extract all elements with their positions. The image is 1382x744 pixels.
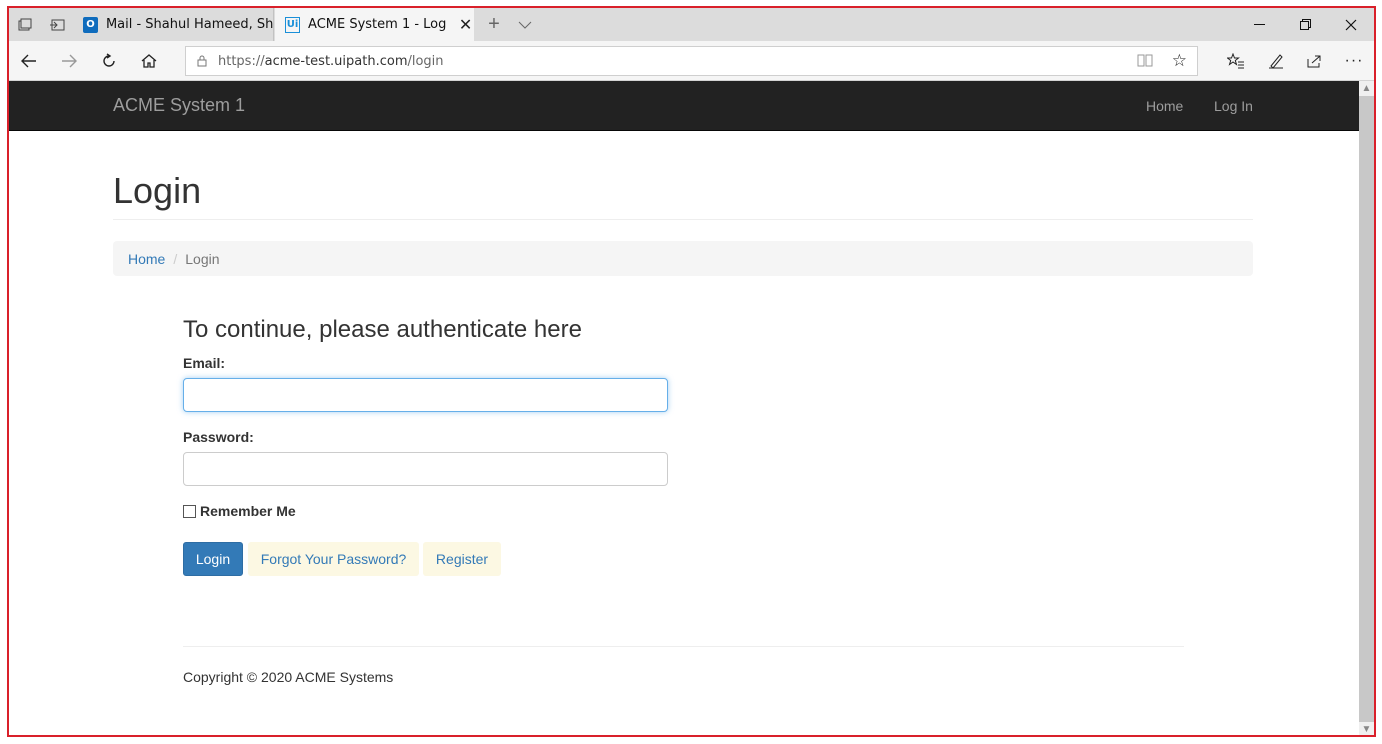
tab-title: ACME System 1 - Log Ir [308,17,450,32]
outlook-icon: O [83,16,98,33]
more-options-icon[interactable]: ··· [1334,41,1374,81]
login-button[interactable]: Login [183,542,243,576]
scroll-up-icon[interactable]: ▲ [1359,81,1374,96]
close-window-icon[interactable] [1328,8,1374,41]
lock-icon [186,55,218,67]
url-domain: acme-test.uipath.com [264,53,408,69]
register-button[interactable]: Register [423,542,501,576]
reading-view-icon[interactable] [1137,53,1153,70]
tab-title: Mail - Shahul Hameed, Shaj [105,17,273,32]
breadcrumb-current: Login [185,250,220,267]
set-aside-tabs-icon[interactable] [41,8,73,41]
favorites-hub-icon[interactable] [1216,41,1256,81]
password-field[interactable] [183,452,668,486]
breadcrumb-home-link[interactable]: Home [128,251,165,267]
title-divider [113,219,1253,220]
scroll-down-icon[interactable]: ▼ [1359,722,1374,735]
minimize-icon[interactable] [1236,8,1282,41]
page-viewport: ACME System 1 Home Log In Login Home / L… [9,81,1359,735]
refresh-icon[interactable] [89,41,129,81]
forgot-password-button[interactable]: Forgot Your Password? [248,542,419,576]
email-label: Email: [183,355,226,371]
tab-strip: O Mail - Shahul Hameed, Shaj Ui ACME Sys… [9,8,1374,41]
url-path: /login [407,53,444,69]
password-label: Password: [183,429,254,445]
close-tab-icon[interactable]: ✕ [457,15,474,34]
tab-preview-icon[interactable] [9,8,41,41]
browser-toolbar: https://acme-test.uipath.com/login ☆ ··· [9,41,1374,81]
pen-icon[interactable] [1256,41,1296,81]
forward-icon[interactable] [49,41,89,81]
url-text: https://acme-test.uipath.com/login [218,54,444,69]
remember-label: Remember Me [200,503,296,519]
new-tab-icon[interactable]: + [478,8,510,41]
remember-me[interactable]: Remember Me [183,503,296,519]
remember-checkbox[interactable] [183,504,196,518]
share-icon[interactable] [1294,41,1334,81]
url-scheme: https:// [218,53,265,69]
tab-acme-login[interactable]: Ui ACME System 1 - Log Ir ✕ [275,8,474,41]
restore-icon[interactable] [1282,8,1328,41]
email-field[interactable] [183,378,668,412]
uipath-icon: Ui [285,16,301,33]
breadcrumb: Home / Login [113,241,1253,276]
breadcrumb-separator: / [173,250,178,267]
back-icon[interactable] [9,41,49,81]
site-navbar: ACME System 1 Home Log In [9,81,1359,131]
address-bar[interactable]: https://acme-test.uipath.com/login ☆ [185,46,1198,76]
page-title: Login [113,170,202,211]
tab-mail[interactable]: O Mail - Shahul Hameed, Shaj [73,8,274,41]
site-brand[interactable]: ACME System 1 [113,95,245,116]
vertical-scrollbar[interactable]: ▲ ▼ [1359,81,1374,735]
copyright-text: Copyright © 2020 ACME Systems [183,669,394,685]
nav-login-link[interactable]: Log In [1214,98,1253,114]
footer-divider [183,646,1184,647]
form-heading: To continue, please authenticate here [183,316,582,343]
home-icon[interactable] [129,41,169,81]
favorite-star-icon[interactable]: ☆ [1172,51,1187,71]
nav-home-link[interactable]: Home [1146,98,1183,114]
browser-window: O Mail - Shahul Hameed, Shaj Ui ACME Sys… [7,6,1376,737]
chevron-down-icon[interactable] [509,8,541,41]
